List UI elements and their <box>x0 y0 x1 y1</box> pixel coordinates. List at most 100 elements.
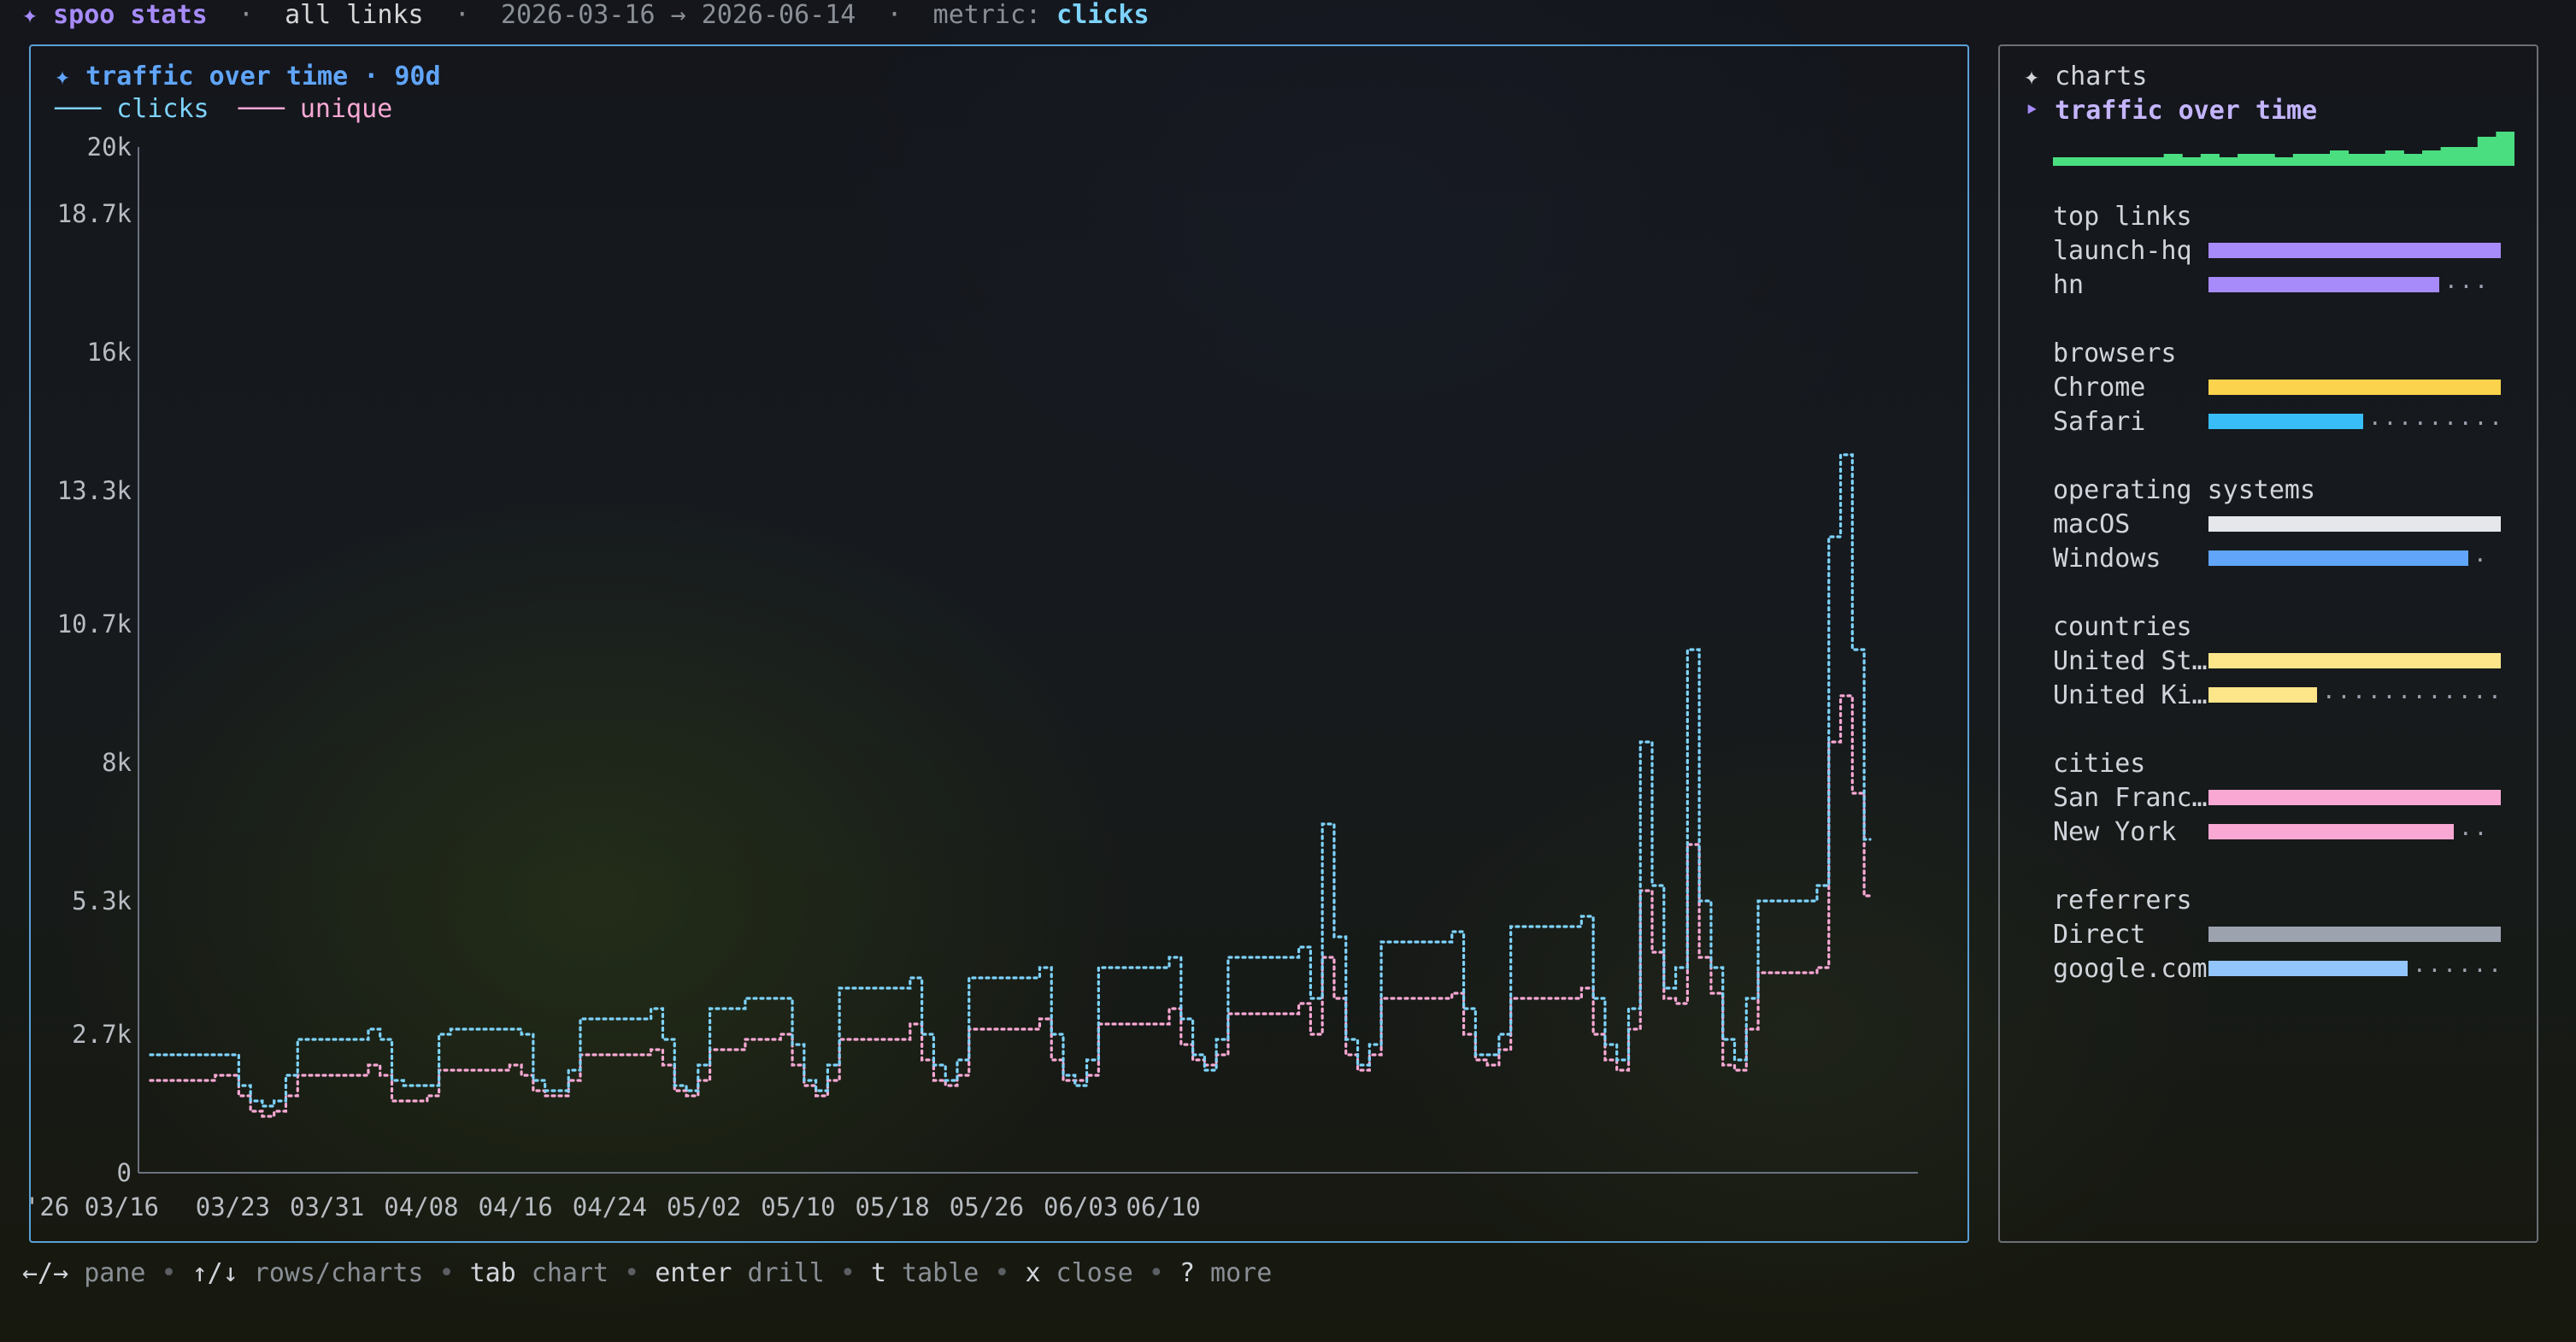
x-tick-label: 03/23 <box>196 1192 270 1221</box>
breakdown-bar-remainder: ...... <box>2413 952 2503 978</box>
date-range[interactable]: 2026-03-16 → 2026-06-14 <box>501 0 856 30</box>
hint-separator: • <box>161 1258 177 1288</box>
breakdown-row-label[interactable]: San Franc… <box>2053 783 2208 813</box>
sparkline-bar <box>2163 154 2183 166</box>
sparkline-bar <box>2053 157 2073 166</box>
hint-key: enter <box>655 1258 732 1288</box>
sparkline-bar <box>2090 157 2109 166</box>
y-tick-label: 10.7k <box>57 609 132 639</box>
series-line-unique <box>149 694 1872 1118</box>
sparkline-bar <box>2311 154 2331 166</box>
hint-separator: • <box>994 1258 1010 1288</box>
breakdown-bar-remainder: .. <box>2459 815 2490 841</box>
breakdown-bar <box>2208 277 2439 292</box>
section-title: referrers <box>2053 886 2192 915</box>
sparkline-bar <box>2496 132 2514 166</box>
chart-item-traffic[interactable]: ‣ traffic over time <box>2024 96 2317 126</box>
charts-header: ✦ charts <box>2024 62 2148 91</box>
sparkline-bar <box>2238 154 2257 166</box>
hint-separator: • <box>624 1258 640 1288</box>
breakdown-bar <box>2208 927 2501 942</box>
section-title: operating systems <box>2053 475 2316 505</box>
breakdown-row-label[interactable]: Safari <box>2053 407 2145 437</box>
sparkline-bar <box>2274 157 2294 166</box>
x-tick-label: 06/03 <box>1044 1192 1118 1221</box>
breakdown-bar-remainder: ... <box>2444 268 2490 294</box>
y-tick-label: 20k <box>87 132 132 162</box>
breakdown-bar <box>2208 414 2363 429</box>
hint-key: ? <box>1179 1258 1195 1288</box>
breakdown-row-label[interactable]: Direct <box>2053 920 2145 950</box>
breakdown-row-label[interactable]: hn <box>2053 270 2084 300</box>
breakdown-row-label[interactable]: google.com <box>2053 954 2208 984</box>
breakdown-bar <box>2208 687 2317 703</box>
breakdown-bar <box>2208 961 2408 976</box>
y-tick-label: 0 <box>117 1158 132 1187</box>
breakdown-row-label[interactable]: macOS <box>2053 509 2130 539</box>
x-tick-label: 05/26 <box>950 1192 1024 1221</box>
series-line-clicks <box>149 453 1872 1108</box>
x-tick-label: '26 03/16 <box>31 1192 159 1221</box>
breakdown-row-label[interactable]: Windows <box>2053 544 2161 574</box>
breakdown-bar-remainder: . <box>2473 542 2489 568</box>
charts-pane[interactable]: ✦ charts ‣ traffic over time top links la… <box>1998 44 2538 1243</box>
x-tick-label: 06/10 <box>1126 1192 1200 1221</box>
breakdown-row-label[interactable]: New York <box>2053 817 2177 847</box>
sparkline-bar <box>2219 157 2238 166</box>
y-tick-label: 2.7k <box>72 1020 132 1049</box>
sparkline-bar <box>2403 154 2423 166</box>
x-tick-label: 05/02 <box>667 1192 741 1221</box>
chart-pane[interactable]: ✦ traffic over time · 90d ─── clicks ───… <box>29 44 1969 1243</box>
breakdown-bar-remainder: ............ <box>2322 679 2503 704</box>
x-tick-label: 04/16 <box>479 1192 553 1221</box>
sparkle-icon: ✦ <box>22 0 54 30</box>
metric-label: metric: <box>932 0 1042 30</box>
sparkline-bar <box>2330 150 2350 166</box>
hint-key: tab <box>469 1258 516 1288</box>
breakdown-row-label[interactable]: launch-hq <box>2053 236 2192 266</box>
sparkline-bar <box>2348 154 2367 166</box>
hint-action: close <box>1040 1258 1133 1288</box>
x-tick-label: 03/31 <box>290 1192 364 1221</box>
traffic-chart: 20k 18.7k 16k 13.3k 10.7k 8k 5.3k 2.7k 0 '26 03/1… <box>31 132 1918 1221</box>
hint-key: x <box>1025 1258 1041 1288</box>
sparkline-bar <box>2422 150 2442 166</box>
hint-action: pane <box>68 1258 146 1288</box>
sparkline-bar <box>2440 147 2460 166</box>
section-title: countries <box>2053 612 2192 642</box>
breakdown-bar-remainder: ......... <box>2368 405 2504 431</box>
sparkline-bar <box>2477 137 2497 166</box>
breakdown-bar <box>2208 790 2501 805</box>
y-tick-label: 8k <box>102 748 132 777</box>
sparkline-bar <box>2459 147 2479 166</box>
sparkline-bar <box>2255 154 2275 166</box>
breakdown-bar <box>2208 243 2501 258</box>
x-tick-label: 04/08 <box>384 1192 458 1221</box>
breakdown-bar <box>2208 824 2454 839</box>
section-title: top links <box>2053 202 2192 232</box>
breakdown-bar <box>2208 653 2501 668</box>
sparkline-bar <box>2071 157 2091 166</box>
scope-label[interactable]: all links <box>285 0 424 30</box>
section-title: browsers <box>2053 338 2177 368</box>
sparkline-bar <box>2108 157 2127 166</box>
metric-value[interactable]: clicks <box>1056 0 1149 30</box>
hint-key: t <box>870 1258 886 1288</box>
hint-action: table <box>886 1258 979 1288</box>
breakdown-row-label[interactable]: Chrome <box>2053 373 2145 403</box>
breakdown-row-label[interactable]: United St… <box>2053 646 2208 676</box>
chevron-right-icon: ‣ <box>2024 96 2056 126</box>
hint-separator: • <box>438 1258 455 1288</box>
sparkline-bar <box>2182 157 2202 166</box>
breakdown-row-label[interactable]: United Ki… <box>2053 680 2208 710</box>
app-name: spoo stats <box>53 0 208 30</box>
hint-action: rows/charts <box>238 1258 424 1288</box>
x-tick-label: 05/10 <box>761 1192 835 1221</box>
hint-separator: • <box>839 1258 856 1288</box>
sparkline-bar <box>2367 154 2386 166</box>
hint-separator: • <box>1148 1258 1164 1288</box>
y-tick-label: 13.3k <box>57 476 132 505</box>
section-title: cities <box>2053 749 2146 779</box>
y-tick-label: 16k <box>87 338 132 367</box>
hint-key: ←/→ <box>22 1258 69 1288</box>
